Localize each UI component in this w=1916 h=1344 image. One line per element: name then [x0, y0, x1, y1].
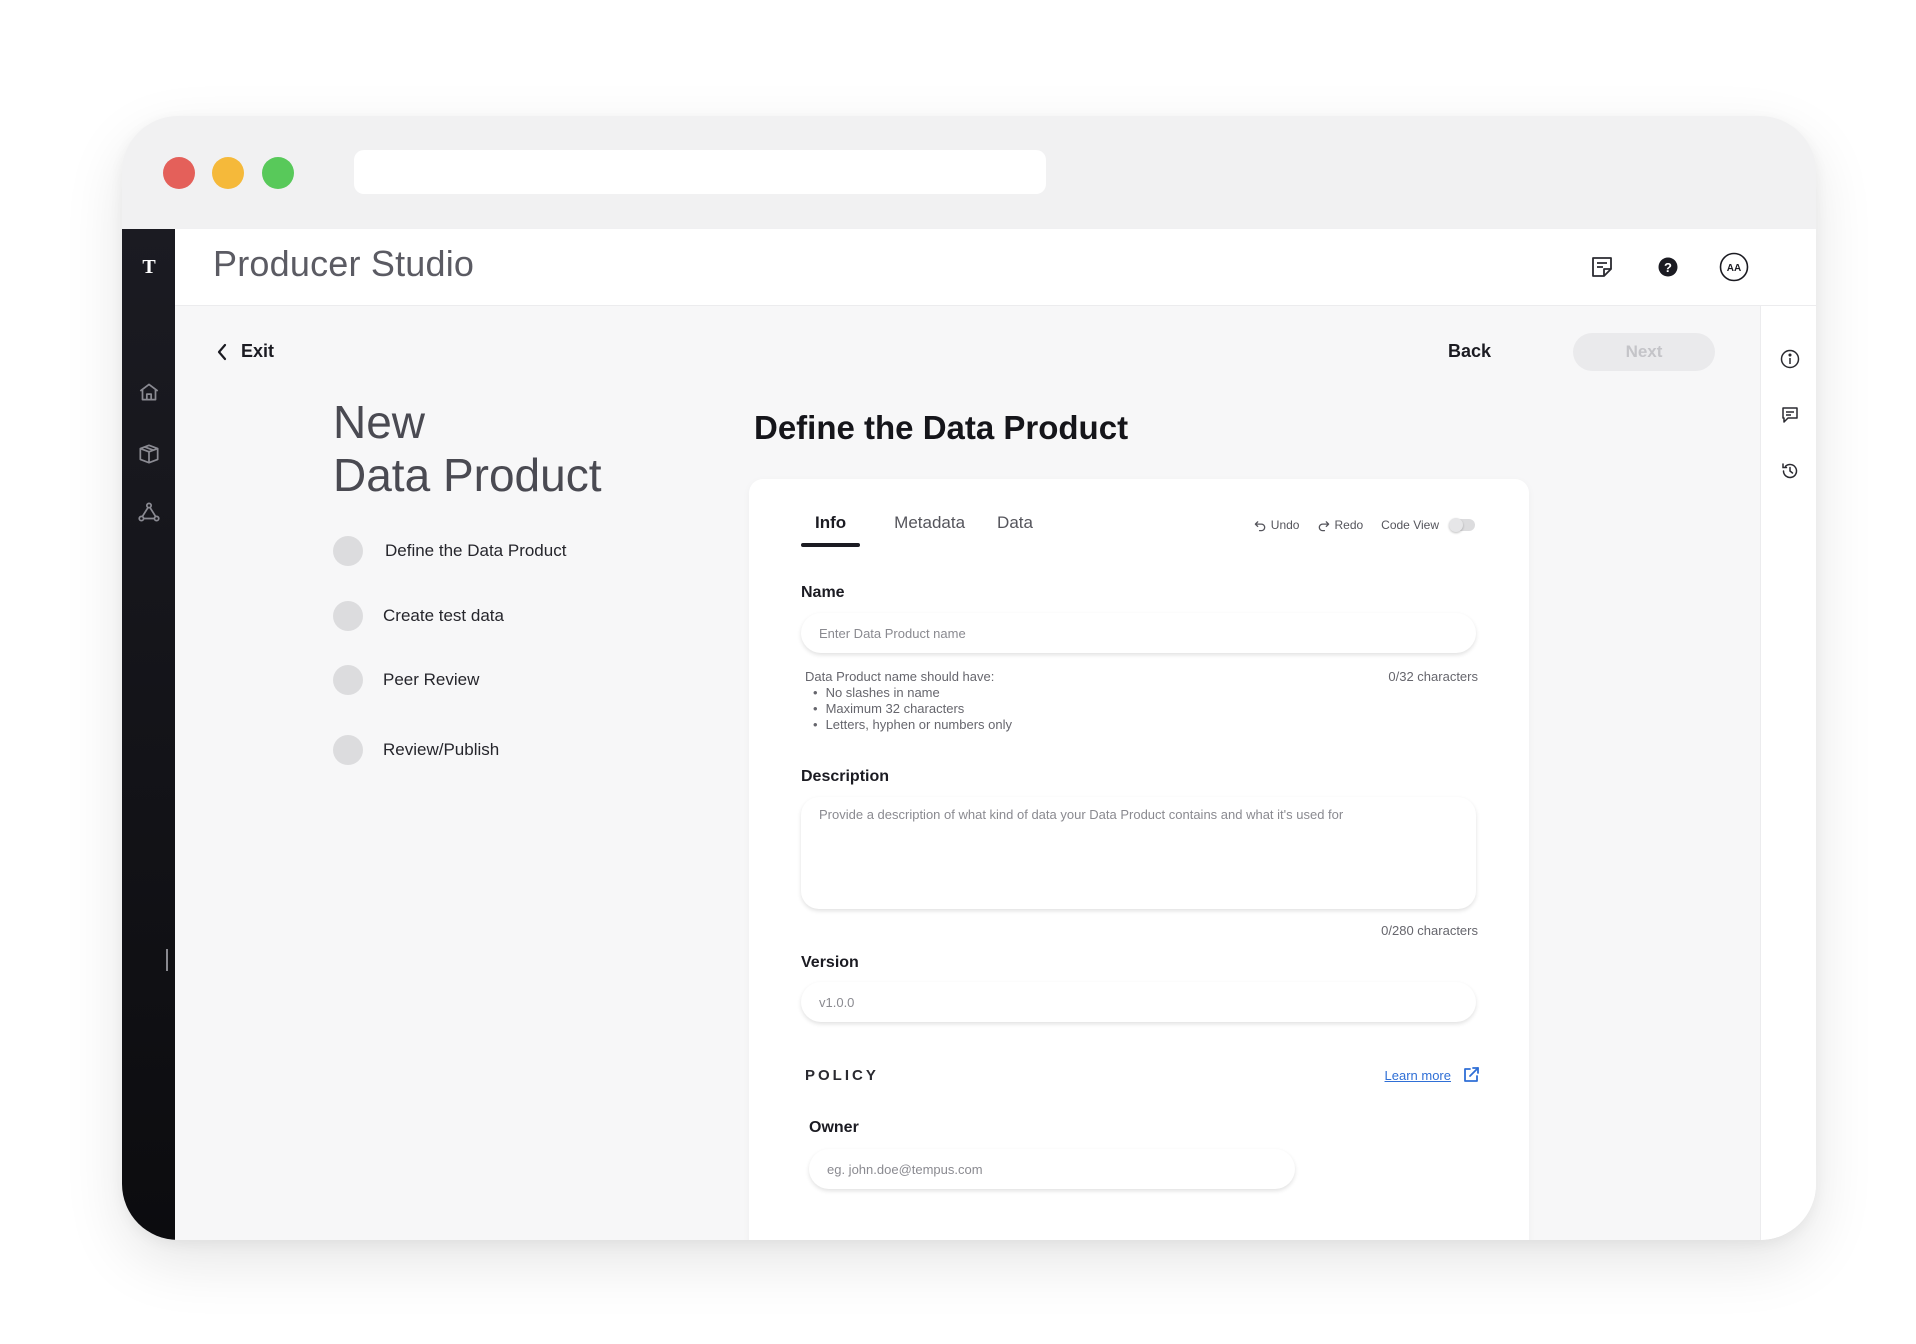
back-button[interactable]: Back: [1448, 341, 1491, 362]
exit-label: Exit: [241, 341, 275, 361]
redo-label: Redo: [1334, 518, 1364, 532]
form-card: Info Metadata Data Undo Redo Code View N…: [749, 479, 1529, 1240]
main-content: Exit Back Next New Data Product Define t…: [175, 306, 1760, 1240]
app-logo[interactable]: T: [136, 253, 162, 281]
wizard-step-test-data[interactable]: Create test data: [333, 601, 504, 631]
form-tabs: Info Metadata Data: [801, 513, 1047, 547]
code-view-switch[interactable]: [1449, 518, 1475, 532]
app-title: Producer Studio: [213, 243, 475, 284]
wizard-step-define[interactable]: Define the Data Product: [333, 536, 566, 566]
help-icon[interactable]: ?: [1652, 251, 1684, 283]
description-input[interactable]: [801, 797, 1476, 909]
redo-icon: [1319, 520, 1330, 531]
name-rules: No slashes in name Maximum 32 characters…: [805, 685, 1012, 733]
wizard-title-line2: Data Product: [333, 449, 602, 501]
tab-metadata[interactable]: Metadata: [880, 513, 979, 547]
network-icon[interactable]: [136, 499, 162, 525]
wizard-title-line1: New: [333, 396, 426, 448]
learn-more-link[interactable]: Learn more: [1385, 1065, 1481, 1085]
name-rule: Maximum 32 characters: [813, 701, 1012, 717]
undo-icon: [1254, 520, 1266, 531]
info-icon[interactable]: [1779, 348, 1801, 370]
step-indicator: [333, 601, 363, 631]
tab-data[interactable]: Data: [983, 513, 1047, 547]
window-maximize-button[interactable]: [262, 157, 294, 189]
window-close-button[interactable]: [163, 157, 195, 189]
undo-label: Undo: [1270, 518, 1300, 532]
home-icon[interactable]: [136, 379, 162, 405]
step-label: Peer Review: [383, 670, 480, 689]
name-label: Name: [801, 584, 845, 601]
code-view-toggle[interactable]: Code View: [1381, 518, 1475, 532]
version-label: Version: [801, 954, 859, 971]
sidebar-resize-handle[interactable]: [166, 949, 168, 971]
name-rule: Letters, hyphen or numbers only: [813, 717, 1012, 733]
avatar[interactable]: AA: [1718, 251, 1750, 283]
app-root: T Producer Studio ? AA Exit Back Next Ne…: [122, 229, 1816, 1240]
history-icon[interactable]: [1779, 460, 1801, 482]
step-indicator: [333, 735, 363, 765]
name-counter: 0/32 characters: [1388, 669, 1478, 684]
step-indicator: [333, 536, 363, 566]
version-input[interactable]: [801, 982, 1476, 1022]
learn-more-label: Learn more: [1384, 1067, 1451, 1083]
policy-heading: POLICY: [805, 1067, 879, 1084]
undo-button[interactable]: Undo: [1254, 518, 1300, 532]
owner-input[interactable]: [809, 1149, 1295, 1189]
name-rule: No slashes in name: [813, 685, 1012, 701]
name-hint: Data Product name should have: No slashe…: [805, 669, 1012, 733]
svg-text:?: ?: [1664, 260, 1672, 275]
exit-button[interactable]: Exit: [215, 341, 274, 362]
step-label: Define the Data Product: [385, 541, 567, 560]
left-nav: T: [122, 229, 175, 1240]
wizard-title: New Data Product: [333, 396, 601, 502]
address-bar[interactable]: [354, 150, 1046, 194]
next-button[interactable]: Next: [1573, 333, 1715, 371]
name-input[interactable]: [801, 613, 1476, 653]
right-rail: [1760, 306, 1816, 1240]
notes-icon[interactable]: [1586, 251, 1618, 283]
redo-button[interactable]: Redo: [1317, 518, 1363, 532]
page-title: Define the Data Product: [754, 409, 1129, 446]
comment-icon[interactable]: [1779, 404, 1801, 426]
editor-tools: Undo Redo Code View: [1254, 518, 1475, 532]
owner-label: Owner: [809, 1119, 859, 1136]
wizard-step-publish[interactable]: Review/Publish: [333, 735, 499, 765]
browser-window: T Producer Studio ? AA Exit Back Next Ne…: [122, 116, 1816, 1240]
code-view-label: Code View: [1381, 518, 1439, 532]
wizard-step-peer-review[interactable]: Peer Review: [333, 665, 479, 695]
chevron-left-icon: [217, 343, 227, 360]
external-link-icon: [1464, 1067, 1479, 1082]
package-icon[interactable]: [136, 441, 162, 467]
name-hint-title: Data Product name should have:: [805, 669, 995, 684]
step-label: Create test data: [383, 606, 504, 625]
app-header: Producer Studio ? AA: [175, 229, 1816, 306]
description-counter: 0/280 characters: [1381, 923, 1478, 938]
step-indicator: [333, 665, 363, 695]
window-minimize-button[interactable]: [212, 157, 244, 189]
avatar-initials: AA: [1727, 263, 1741, 274]
tab-info[interactable]: Info: [801, 513, 861, 547]
description-label: Description: [801, 768, 890, 785]
step-label: Review/Publish: [383, 740, 500, 759]
